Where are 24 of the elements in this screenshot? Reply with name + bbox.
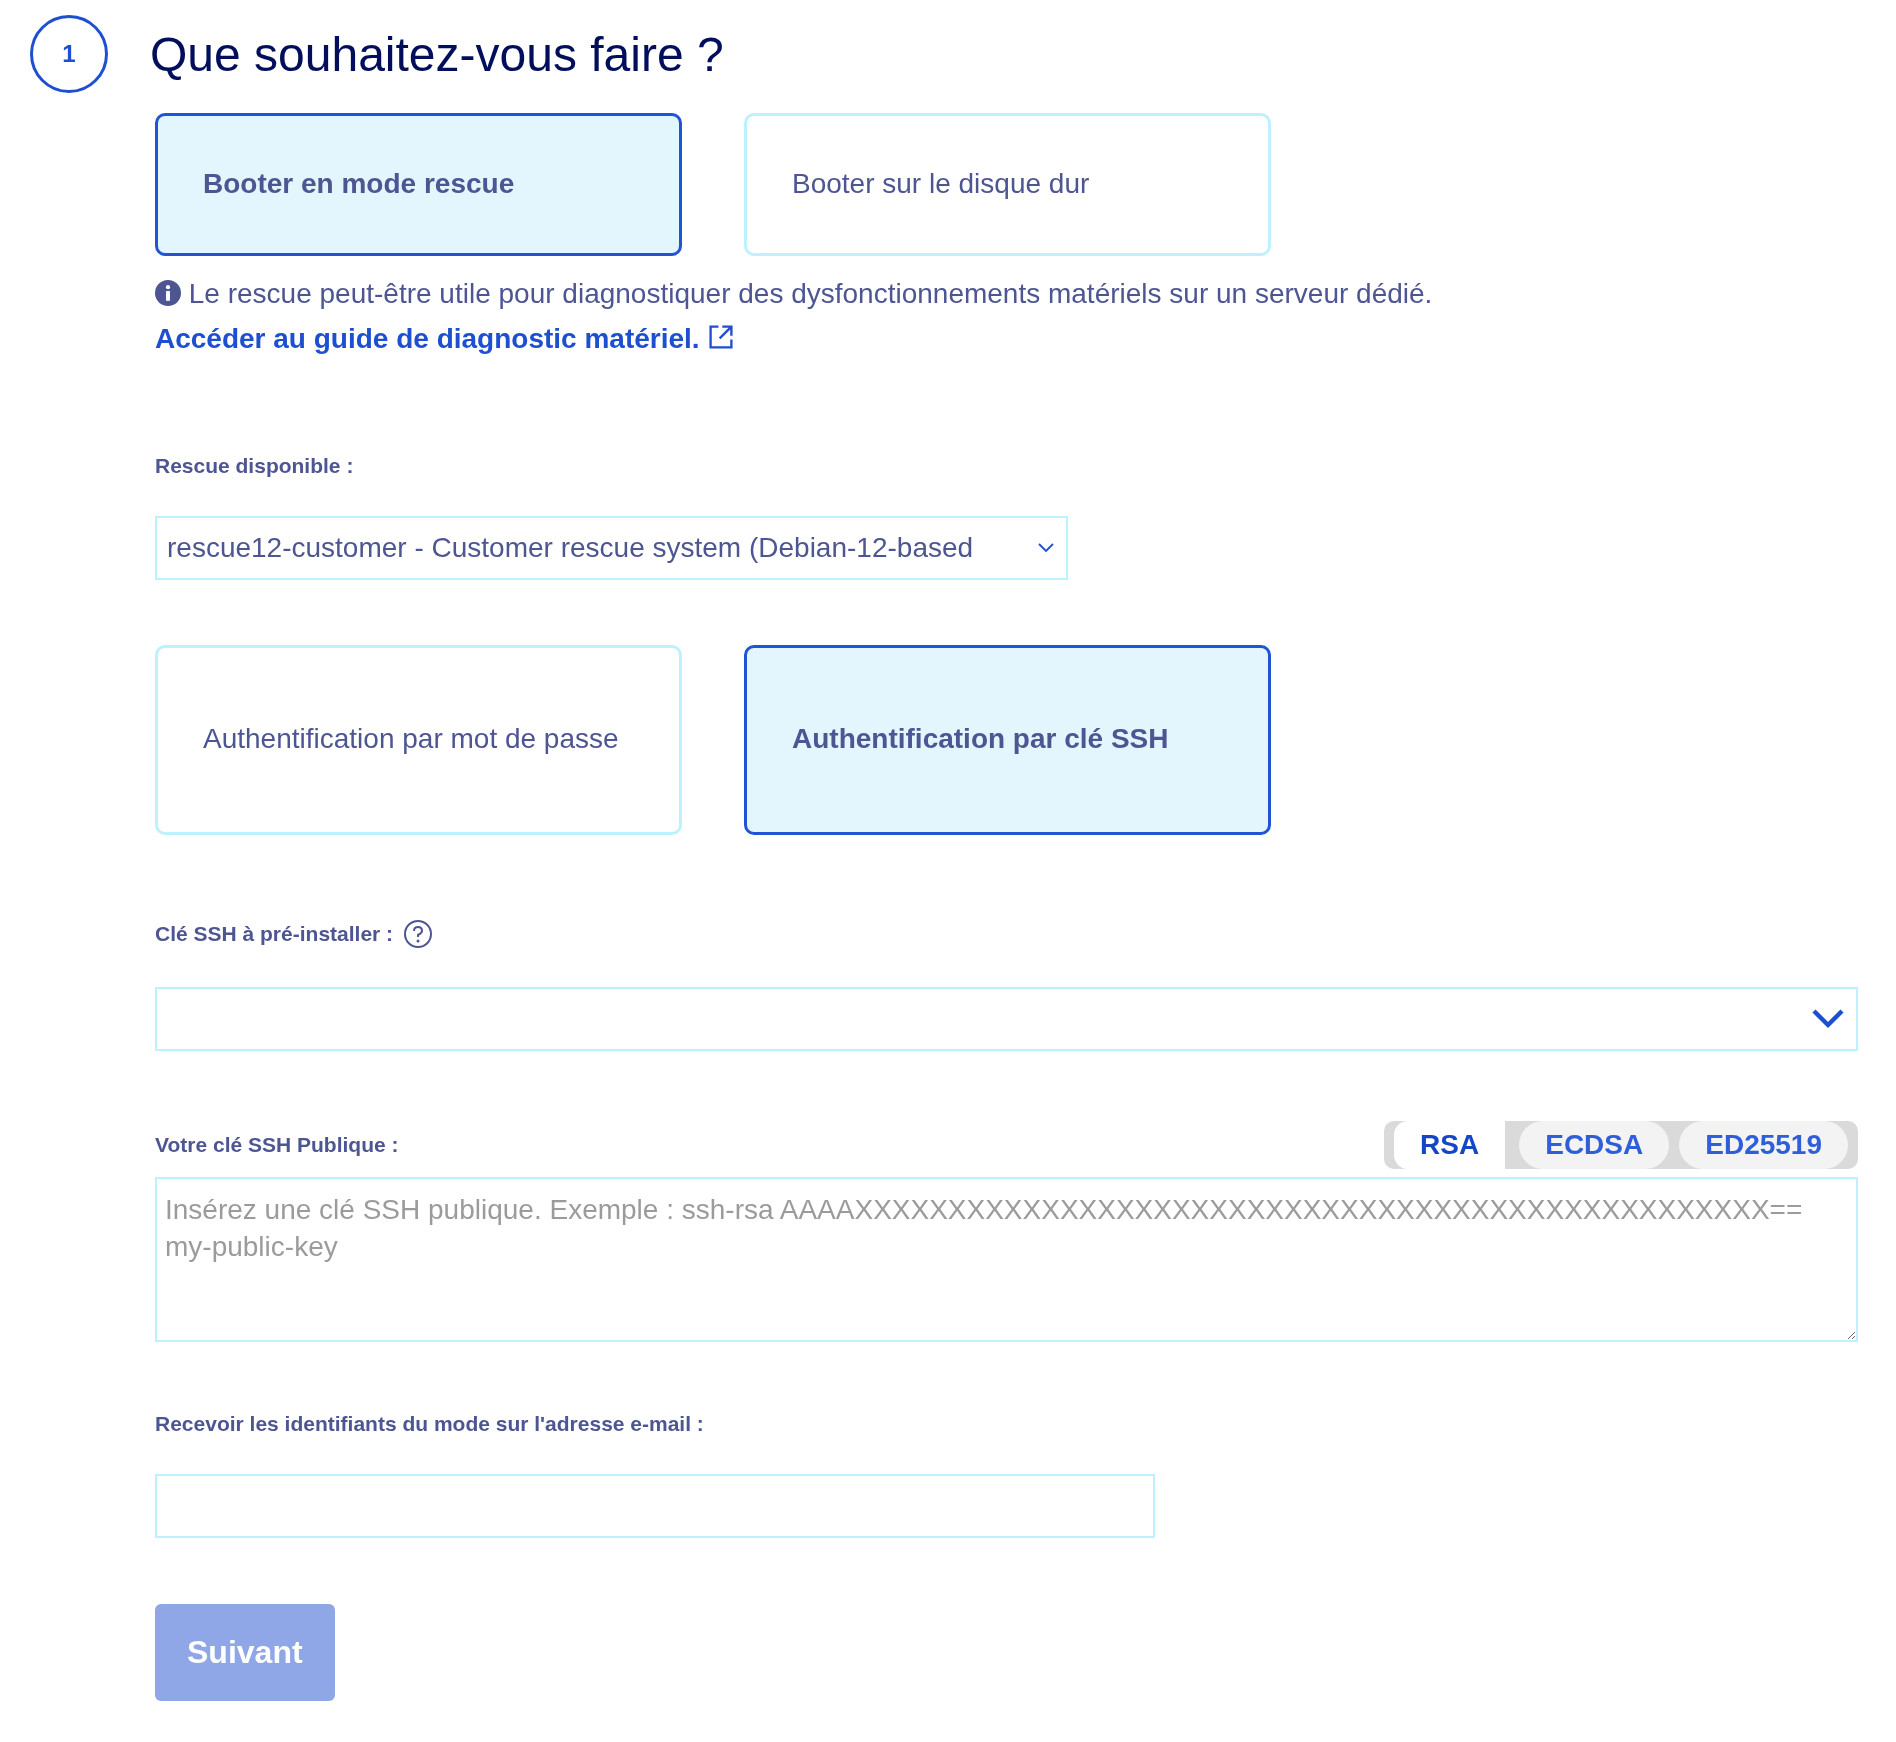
- page-title: Que souhaitez-vous faire ?: [150, 26, 724, 82]
- info-text: Le rescue peut-être utile pour diagnostiquer des dysfonctionnements matériels sur un serveur dédié. Accéder au guide de diagnostic matériel.: [155, 277, 1434, 356]
- caret-icon: [1812, 1008, 1844, 1029]
- info-icon: [155, 280, 181, 306]
- field-label: Recevoir les identifiants du mode sur l'adresse e-mail :: [155, 1411, 705, 1436]
- field-label: Rescue disponible :: [155, 453, 355, 478]
- option-card[interactable]: Authentification par clé SSH: [744, 644, 1271, 835]
- key-type-tab[interactable]: ED25519: [1679, 1120, 1848, 1169]
- option-card[interactable]: Booter en mode rescue: [155, 113, 682, 256]
- email-field[interactable]: [155, 1473, 1155, 1538]
- step-number: 1: [30, 15, 108, 93]
- public-key-field[interactable]: Insérez une clé SSH publique. Exemple : ssh-rsa AAAAXXXXXXXXXXXXXXXXXXXXXXXXXXXXXXXXXXXXXXXXXXXXXXXXX== my-public-key: [155, 1176, 1858, 1342]
- field-label: Votre clé SSH Publique :: [155, 1132, 399, 1157]
- option-card[interactable]: Authentification par mot de passe: [155, 644, 682, 835]
- rescue-select[interactable]: rescue12-customer - Customer rescue system (Debian-12-based: [155, 515, 1068, 580]
- guide-link[interactable]: Accéder au guide de diagnostic matériel.: [155, 322, 700, 354]
- external-link-icon: [707, 323, 734, 350]
- option-card[interactable]: Booter sur le disque dur: [744, 113, 1271, 256]
- field-label: Clé SSH à pré-installer :: [155, 921, 394, 946]
- key-type-tab[interactable]: RSA: [1394, 1120, 1506, 1169]
- ssh-key-select[interactable]: [155, 986, 1858, 1051]
- caret-icon: [1038, 541, 1054, 554]
- key-type-tab[interactable]: ECDSA: [1519, 1120, 1670, 1169]
- help-icon[interactable]: [403, 918, 434, 949]
